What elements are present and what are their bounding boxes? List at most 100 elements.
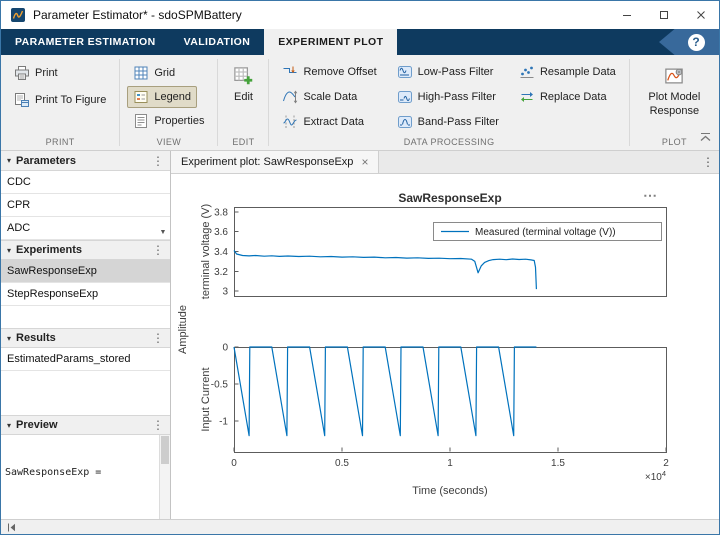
legend-button[interactable]: Legend xyxy=(127,86,197,108)
preview-content: SawResponseExp = ' Measured output signa… xyxy=(1,435,159,519)
preview-scrollbar-thumb[interactable] xyxy=(161,436,169,464)
remove-offset-label: Remove Offset xyxy=(303,64,376,80)
section-title-parameters: Parameters xyxy=(16,155,76,167)
collapse-toolstrip-button[interactable] xyxy=(699,132,712,143)
high-pass-filter-button[interactable]: High-Pass Filter xyxy=(391,86,502,108)
help-wedge: ? xyxy=(659,29,719,55)
band-pass-filter-icon xyxy=(397,114,413,130)
band-pass-filter-label: Band-Pass Filter xyxy=(418,114,499,130)
result-item[interactable]: EstimatedParams_stored xyxy=(1,348,170,371)
scale-data-button[interactable]: Scale Data xyxy=(276,86,363,108)
tab-parameter-estimation[interactable]: PARAMETER ESTIMATION xyxy=(1,29,170,55)
replace-data-button[interactable]: Replace Data xyxy=(513,86,613,108)
scroll-down-button[interactable]: ▼ xyxy=(157,226,169,238)
low-pass-filter-button[interactable]: Low-Pass Filter xyxy=(391,61,500,83)
plot-model-response-button[interactable]: Plot Model Response xyxy=(637,60,712,134)
section-title-experiments: Experiments xyxy=(16,244,82,256)
grid-icon xyxy=(133,65,149,81)
section-header-results[interactable]: ▾ Results ⋮ xyxy=(1,328,170,348)
minimize-icon xyxy=(622,10,632,20)
section-menu-experiments[interactable]: ⋮ xyxy=(152,244,164,256)
statusbar xyxy=(1,519,719,534)
replace-data-icon xyxy=(519,89,535,105)
resample-data-label: Resample Data xyxy=(540,64,616,80)
print-to-figure-label: Print To Figure xyxy=(35,92,106,108)
main-pane: Experiment plot: SawResponseExp × ⋮ SawR… xyxy=(171,151,719,519)
experiment-item[interactable]: StepResponseExp xyxy=(1,283,170,306)
print-label: Print xyxy=(35,65,58,81)
plot-model-response-icon xyxy=(664,66,684,86)
sidebar: ▾ Parameters ⋮ CDC CPR ADC ▼ ▾ Experimen… xyxy=(1,151,171,519)
experiment-plot-canvas: 33.23.43.63.8terminal voltage (V)Measure… xyxy=(171,174,719,519)
group-label-data-processing: DATA PROCESSING xyxy=(276,134,621,149)
group-view: Grid Legend Properties xyxy=(120,55,217,150)
legend-icon xyxy=(133,89,149,105)
dock-left-icon xyxy=(6,522,17,533)
document-tab-close[interactable]: × xyxy=(361,155,368,169)
section-menu-preview[interactable]: ⋮ xyxy=(152,419,164,431)
svg-text:-1: -1 xyxy=(219,416,228,427)
section-menu-parameters[interactable]: ⋮ xyxy=(152,155,164,167)
section-header-experiments[interactable]: ▾ Experiments ⋮ xyxy=(1,240,170,260)
document-tabbar-menu[interactable]: ⋮ xyxy=(702,151,714,173)
group-data-processing: Remove Offset Scale Data Extract Da xyxy=(269,55,628,150)
ribbon-tabstrip: PARAMETER ESTIMATION VALIDATION EXPERIME… xyxy=(1,29,719,55)
properties-button[interactable]: Properties xyxy=(127,110,210,132)
maximize-button[interactable] xyxy=(645,1,682,29)
svg-text:0.5: 0.5 xyxy=(335,458,349,469)
document-tabbar: Experiment plot: SawResponseExp × ⋮ xyxy=(171,151,719,174)
low-pass-filter-label: Low-Pass Filter xyxy=(418,64,494,80)
parameter-item[interactable]: ADC xyxy=(1,217,170,240)
section-header-preview[interactable]: ▾ Preview ⋮ xyxy=(1,415,170,435)
edit-icon xyxy=(233,66,253,86)
resample-data-icon xyxy=(519,64,535,80)
parameter-item[interactable]: CPR xyxy=(1,194,170,217)
experiment-item[interactable]: SawResponseExp xyxy=(1,260,170,283)
svg-text:Amplitude: Amplitude xyxy=(177,305,189,354)
close-icon xyxy=(696,10,706,20)
plot-model-response-label: Plot Model Response xyxy=(645,91,704,119)
collapse-icon: ▾ xyxy=(7,156,11,165)
tab-validation[interactable]: VALIDATION xyxy=(170,29,265,55)
svg-text:Time (seconds): Time (seconds) xyxy=(412,485,487,497)
preview-scrollbar[interactable] xyxy=(159,435,170,519)
parameter-item[interactable]: CDC xyxy=(1,171,170,194)
collapse-sidebar-button[interactable] xyxy=(6,522,17,533)
grid-label: Grid xyxy=(154,65,175,81)
replace-data-label: Replace Data xyxy=(540,89,607,105)
preview-line: SawResponseExp = xyxy=(5,466,155,480)
group-label-print: PRINT xyxy=(8,134,112,149)
section-title-results: Results xyxy=(16,332,56,344)
remove-offset-button[interactable]: Remove Offset xyxy=(276,61,382,83)
window-controls xyxy=(608,1,719,29)
parameters-list: CDC CPR ADC ▼ xyxy=(1,171,170,240)
svg-text:-0.5: -0.5 xyxy=(211,379,229,390)
properties-label: Properties xyxy=(154,113,204,129)
resample-data-button[interactable]: Resample Data xyxy=(513,61,622,83)
edit-button[interactable]: Edit xyxy=(225,60,261,134)
document-tab[interactable]: Experiment plot: SawResponseExp × xyxy=(171,151,379,173)
print-button[interactable]: Print xyxy=(8,62,64,84)
legend-label: Legend xyxy=(154,89,191,105)
grid-button[interactable]: Grid xyxy=(127,62,181,84)
extract-data-button[interactable]: Extract Data xyxy=(276,111,370,133)
svg-text:3.6: 3.6 xyxy=(214,227,228,238)
print-icon xyxy=(14,65,30,81)
print-to-figure-button[interactable]: Print To Figure xyxy=(8,89,112,111)
properties-icon xyxy=(133,113,149,129)
section-header-parameters[interactable]: ▾ Parameters ⋮ xyxy=(1,151,170,171)
help-button[interactable]: ? xyxy=(688,34,705,51)
print-to-figure-icon xyxy=(14,92,30,108)
minimize-button[interactable] xyxy=(608,1,645,29)
group-label-edit: EDIT xyxy=(225,134,261,149)
svg-text:3: 3 xyxy=(222,287,228,298)
collapse-icon: ▾ xyxy=(7,334,11,343)
remove-offset-icon xyxy=(282,64,298,80)
maximize-icon xyxy=(659,10,669,20)
band-pass-filter-button[interactable]: Band-Pass Filter xyxy=(391,111,505,133)
section-menu-results[interactable]: ⋮ xyxy=(152,332,164,344)
svg-text:0: 0 xyxy=(222,343,228,354)
tab-experiment-plot[interactable]: EXPERIMENT PLOT xyxy=(264,29,397,55)
close-button[interactable] xyxy=(682,1,719,29)
svg-text:1.5: 1.5 xyxy=(551,458,565,469)
